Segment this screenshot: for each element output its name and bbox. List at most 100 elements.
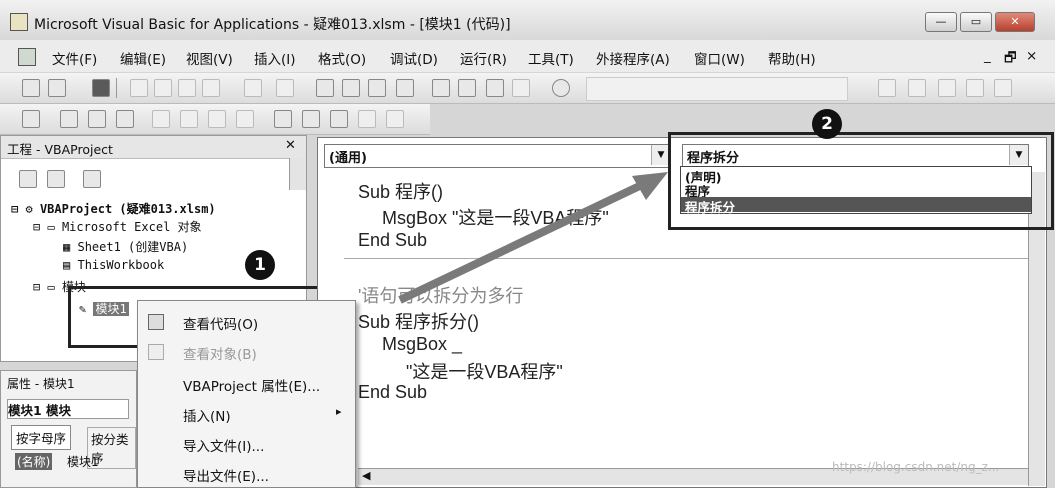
menu-bar: 文件(F) 编辑(E) 视图(V) 插入(I) 格式(O) 调试(D) 运行(R… — [0, 40, 1055, 72]
design-mode-icon[interactable] — [396, 79, 414, 97]
menu-format[interactable]: 格式(O) — [318, 48, 366, 68]
step-out-icon[interactable] — [236, 110, 254, 128]
menu-file[interactable]: 文件(F) — [52, 48, 97, 68]
tree-excel-objects[interactable]: ⊟ ▭ Microsoft Excel 对象 — [33, 218, 202, 235]
pointer-arrow — [398, 172, 668, 304]
menu-view[interactable]: 视图(V) — [186, 48, 233, 68]
locals-icon[interactable] — [274, 110, 292, 128]
mdi-restore-button[interactable]: 🗗 — [1004, 48, 1017, 71]
collapse-icon[interactable]: ⊟ — [33, 220, 40, 234]
menu-view-object[interactable]: 查看对象(B) — [138, 337, 355, 365]
save-icon[interactable] — [92, 79, 110, 97]
tab-alphabetic[interactable]: 按字母序 — [11, 425, 72, 450]
copy-icon[interactable] — [154, 79, 172, 97]
project-close-icon[interactable]: ✕ — [285, 138, 296, 153]
toolbar-separator — [116, 78, 117, 98]
properties-object-select[interactable]: 模块1 模块 — [7, 399, 129, 419]
edit-complete-icon[interactable] — [994, 79, 1012, 97]
menu-edit[interactable]: 编辑(E) — [120, 48, 166, 68]
reset-icon[interactable] — [368, 79, 386, 97]
code-line: End Sub — [358, 382, 428, 402]
minimize-button[interactable]: — — [925, 12, 957, 32]
tree-root-label: VBAProject (疑难013.xlsm) — [39, 202, 216, 216]
toggle-folders-icon[interactable] — [83, 170, 101, 188]
break-icon[interactable] — [342, 79, 360, 97]
properties-title: 属性 - 模块1 — [7, 377, 75, 391]
pause-icon[interactable] — [88, 110, 106, 128]
mdi-minimize-button[interactable]: _ — [984, 48, 991, 64]
title-bar: Microsoft Visual Basic for Applications … — [0, 0, 1055, 41]
project-explorer-header: 工程 - VBAProject ✕ — [1, 136, 306, 159]
property-name-key[interactable]: (名称) — [15, 453, 53, 470]
edit-constants-icon[interactable] — [966, 79, 984, 97]
menu-debug[interactable]: 调试(D) — [390, 48, 438, 68]
help-icon[interactable] — [552, 79, 570, 97]
watch-icon[interactable] — [330, 110, 348, 128]
menu-view-code[interactable]: 查看代码(O) — [138, 307, 355, 335]
menu-tools[interactable]: 工具(T) — [528, 48, 574, 68]
stop-icon[interactable] — [116, 110, 134, 128]
project-explorer-title: 工程 - VBAProject — [7, 142, 113, 157]
undo-icon[interactable] — [244, 79, 262, 97]
code-line: "这是一段VBA程序" — [406, 362, 563, 382]
sheet-icon: ▦ — [63, 240, 71, 254]
tree-sheet1[interactable]: ▦ Sheet1 (创建VBA) — [63, 238, 188, 255]
menu-export-file[interactable]: 导出文件(E)... — [138, 459, 355, 487]
project-icon: ⚙ — [25, 202, 33, 216]
menu-help[interactable]: 帮助(H) — [768, 48, 816, 68]
menu-project-properties[interactable]: VBAProject 属性(E)... — [138, 369, 355, 397]
context-menu: 查看代码(O) 查看对象(B) VBAProject 属性(E)... 插入(N… — [137, 300, 356, 488]
paste-icon[interactable] — [178, 79, 196, 97]
insert-userform-icon[interactable] — [48, 79, 66, 97]
close-button[interactable]: ✕ — [995, 12, 1035, 32]
menu-project-properties-label: VBAProject 属性(E)... — [183, 379, 321, 395]
project-explorer-icon[interactable] — [432, 79, 450, 97]
highlight-box-2 — [668, 132, 1054, 230]
hand-icon[interactable] — [152, 110, 170, 128]
menu-import-file[interactable]: 导入文件(I)... — [138, 429, 355, 457]
find-icon[interactable] — [202, 79, 220, 97]
view-code-icon[interactable] — [19, 170, 37, 188]
menu-addins[interactable]: 外接程序(A) — [596, 48, 670, 68]
property-name-value[interactable]: 模块1 — [67, 453, 99, 470]
properties-window-icon[interactable] — [458, 79, 476, 97]
menu-view-object-label: 查看对象(B) — [183, 347, 257, 363]
immediate-icon[interactable] — [302, 110, 320, 128]
step-into-icon[interactable] — [180, 110, 198, 128]
design-icon[interactable] — [22, 110, 40, 128]
menu-insert[interactable]: 插入(I) — [254, 48, 296, 68]
collapse-icon[interactable]: ⊟ — [33, 280, 40, 294]
call-stack-icon[interactable] — [386, 110, 404, 128]
folder-icon: ▭ — [47, 280, 55, 294]
scroll-left-icon[interactable]: ◀ — [362, 469, 370, 482]
callout-2: 2 — [812, 109, 842, 139]
view-object-icon[interactable] — [47, 170, 65, 188]
redo-icon[interactable] — [276, 79, 294, 97]
object-icon — [148, 344, 164, 360]
run-icon[interactable] — [316, 79, 334, 97]
maximize-button[interactable]: ▭ — [960, 12, 992, 32]
excel-icon[interactable] — [18, 48, 36, 66]
tree-root[interactable]: ⊟ ⚙ VBAProject (疑难013.xlsm) — [11, 200, 216, 217]
menu-export-file-label: 导出文件(E)... — [183, 469, 269, 485]
edit-params-icon[interactable] — [938, 79, 956, 97]
edit-quickinfo-icon[interactable] — [908, 79, 926, 97]
play-icon[interactable] — [60, 110, 78, 128]
menu-insert-sub[interactable]: 插入(N) ▸ — [138, 399, 355, 427]
project-scrollbar[interactable] — [289, 158, 306, 190]
step-over-icon[interactable] — [208, 110, 226, 128]
tree-excel-objects-label: Microsoft Excel 对象 — [61, 220, 202, 234]
menu-run[interactable]: 运行(R) — [460, 48, 507, 68]
properties-window: 属性 - 模块1 模块1 模块 按字母序 按分类序 (名称) 模块1 — [0, 370, 137, 488]
edit-list-icon[interactable] — [878, 79, 896, 97]
toolbar-spacer — [586, 77, 848, 101]
toolbox-icon[interactable] — [512, 79, 530, 97]
object-browser-icon[interactable] — [486, 79, 504, 97]
cut-icon[interactable] — [130, 79, 148, 97]
menu-window[interactable]: 窗口(W) — [694, 48, 745, 68]
mdi-close-button[interactable]: × — [1026, 48, 1037, 64]
tree-thisworkbook[interactable]: ▤ ThisWorkbook — [63, 258, 164, 272]
collapse-icon[interactable]: ⊟ — [11, 202, 18, 216]
view-excel-icon[interactable] — [22, 79, 40, 97]
quick-watch-icon[interactable] — [358, 110, 376, 128]
